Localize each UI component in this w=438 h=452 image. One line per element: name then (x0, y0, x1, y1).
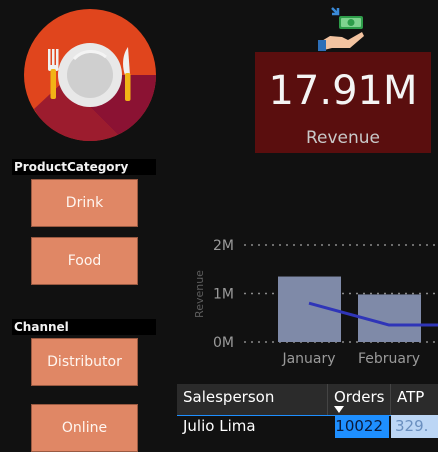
dinner-plate-icon (24, 9, 156, 141)
y-axis-label: Revenue (193, 270, 206, 318)
table-row[interactable]: Julio Lima 10022 329. (177, 415, 438, 438)
revenue-by-month-chart: 2M 1M 0M Revenue January February (160, 232, 438, 382)
chart-canvas: 2M 1M 0M Revenue January February (193, 238, 438, 367)
slicer-option-food[interactable]: Food (31, 237, 138, 285)
restaurant-logo (24, 9, 156, 141)
column-header-orders-label: Orders (334, 388, 385, 406)
cell-atp: 329. (391, 415, 438, 438)
y-tick-label: 0M (213, 335, 234, 351)
channel-slicer-title: Channel (12, 319, 156, 335)
slicer-option-drink[interactable]: Drink (31, 179, 138, 227)
y-tick-label: 2M (213, 238, 234, 254)
column-header-salesperson[interactable]: Salesperson (177, 384, 328, 415)
revenue-label: Revenue (305, 128, 381, 148)
revenue-kpi-card: 17.91M Revenue (255, 52, 431, 153)
slicer-option-distributor[interactable]: Distributor (31, 338, 138, 386)
cell-salesperson: Julio Lima (183, 417, 256, 435)
table-header: Salesperson Orders ATP (177, 384, 438, 415)
column-header-orders[interactable]: Orders (328, 384, 391, 415)
salesperson-table: Salesperson Orders ATP Julio Lima 10022 … (177, 384, 438, 438)
product-category-slicer-title: ProductCategory (12, 159, 156, 175)
money-in-hand-icon (318, 4, 368, 52)
column-header-atp[interactable]: ATP (391, 384, 438, 415)
x-tick-label: January (281, 351, 335, 367)
x-tick-label: February (358, 351, 420, 367)
revenue-value: 17.91M (268, 68, 418, 114)
y-tick-label: 1M (213, 287, 234, 303)
slicer-option-online[interactable]: Online (31, 404, 138, 452)
cell-orders: 10022 (335, 415, 389, 438)
sort-descending-icon (334, 406, 344, 413)
